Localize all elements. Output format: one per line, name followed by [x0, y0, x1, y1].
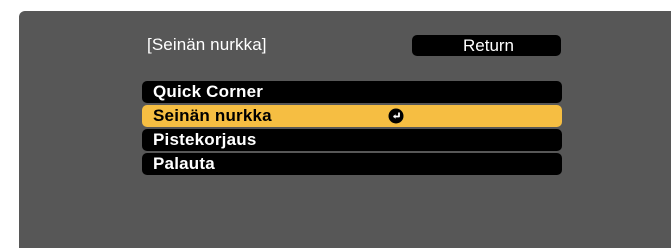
projector-menu-panel: [Seinän nurkka] Return Quick Corner Sein…	[19, 11, 671, 248]
menu-item-palauta[interactable]: Palauta	[142, 153, 562, 175]
menu-item-label: Seinän nurkka	[153, 106, 272, 125]
menu-item-seinan-nurkka[interactable]: Seinän nurkka	[142, 105, 562, 127]
menu-item-label: Pistekorjaus	[153, 130, 257, 149]
menu-item-pistekorjaus[interactable]: Pistekorjaus	[142, 129, 562, 151]
menu-item-label: Quick Corner	[153, 82, 264, 101]
enter-icon	[388, 108, 404, 124]
menu-title: [Seinän nurkka]	[147, 35, 267, 54]
menu-item-quick-corner[interactable]: Quick Corner	[142, 81, 562, 103]
menu-item-label: Palauta	[153, 154, 215, 173]
menu-list: Quick Corner Seinän nurkka Pistekorjaus …	[142, 81, 562, 177]
return-button[interactable]: Return	[412, 35, 561, 56]
